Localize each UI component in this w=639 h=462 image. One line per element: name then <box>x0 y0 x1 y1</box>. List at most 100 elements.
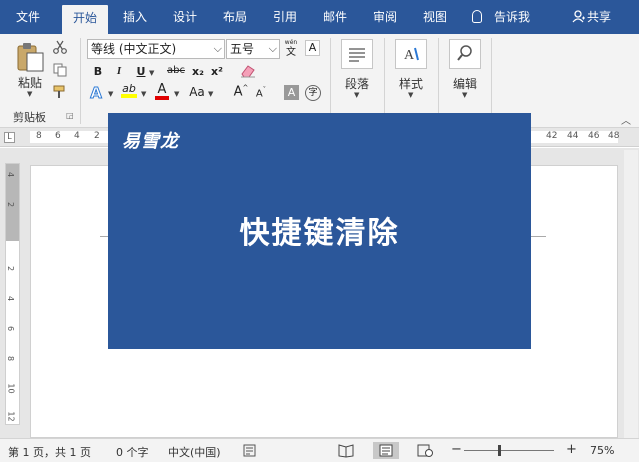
page-count[interactable]: 第 1 页，共 1 页 <box>8 444 91 460</box>
paste-icon[interactable] <box>16 42 46 72</box>
ruler-tick-label: 6 <box>55 131 61 141</box>
subscript-button[interactable]: x₂ <box>191 65 205 78</box>
strikethrough-button[interactable]: abc <box>165 65 187 76</box>
tab-layout[interactable]: 布局 <box>214 0 256 34</box>
chevron-down-icon[interactable]: ⌵ <box>214 40 222 58</box>
clear-format-box-button[interactable]: A <box>305 40 320 56</box>
share-label: 共享 <box>587 10 612 24</box>
editing-button-frame[interactable] <box>449 39 481 69</box>
editing-caret[interactable]: ▼ <box>462 91 467 99</box>
clipboard-group-label: 剪贴板 <box>13 111 46 124</box>
tab-mailings[interactable]: 邮件 <box>314 0 356 34</box>
tell-me-label: 告诉我 <box>494 10 531 24</box>
vertical-ruler: 4 2 2 4 6 8 10 12 <box>5 163 20 425</box>
eraser-icon[interactable] <box>240 64 256 78</box>
text-effects-caret[interactable]: ▼ <box>108 90 113 98</box>
page-layout-icon <box>379 444 393 457</box>
ruler-tick-label: 10 <box>6 383 16 394</box>
grow-font-button[interactable]: A^ <box>233 84 249 99</box>
tab-insert[interactable]: 插入 <box>114 0 156 34</box>
change-case-button[interactable]: Aa <box>188 85 206 99</box>
ruler-tick-label: 44 <box>567 131 579 141</box>
collapse-ribbon-icon[interactable]: ︿ <box>620 112 632 127</box>
ruler-tick-label: 6 <box>6 325 16 332</box>
text-effects-button[interactable]: A <box>89 84 103 103</box>
highlight-caret[interactable]: ▼ <box>141 90 146 98</box>
group-divider <box>80 38 81 124</box>
grow-font-glyph: A <box>233 84 243 100</box>
font-color-button[interactable]: A <box>155 83 169 100</box>
read-mode-button[interactable] <box>333 442 359 459</box>
share-button[interactable]: 共享 <box>572 0 611 34</box>
shrink-font-button[interactable]: Aˇ <box>254 86 268 99</box>
styles-button-frame[interactable]: A <box>395 39 427 69</box>
copy-icon[interactable] <box>53 63 67 77</box>
styles-caret[interactable]: ▼ <box>408 91 413 99</box>
web-layout-button[interactable] <box>412 442 438 459</box>
ruler-tick-label: 4 <box>6 295 16 302</box>
ruler-tick-label: 4 <box>6 171 16 178</box>
italic-button[interactable]: I <box>114 65 124 77</box>
group-divider <box>384 38 385 124</box>
word-count[interactable]: 0 个字 <box>116 444 149 460</box>
tab-references[interactable]: 引用 <box>264 0 306 34</box>
paragraph-caret[interactable]: ▼ <box>354 91 359 99</box>
status-bar: 第 1 页，共 1 页 0 个字 中文(中国) − + 75% <box>0 438 639 462</box>
editing-label[interactable]: 编辑 <box>448 75 482 92</box>
phonetic-glyph: 文 <box>286 47 296 58</box>
tell-me-search[interactable]: 告诉我 <box>472 0 530 34</box>
web-layout-icon <box>417 444 433 457</box>
font-size-combo[interactable]: 五号 ⌵ <box>226 39 280 59</box>
ruler-tick-label: 46 <box>588 131 600 141</box>
person-icon <box>572 10 585 23</box>
zoom-in-button[interactable]: + <box>566 442 577 457</box>
title-banner: 易雪龙 快捷键清除 <box>108 113 531 349</box>
tab-selector[interactable]: L <box>4 132 15 143</box>
zoom-out-button[interactable]: − <box>451 442 462 457</box>
book-icon <box>338 444 354 458</box>
group-divider <box>491 38 492 124</box>
ruler-tick-label: 2 <box>6 201 16 208</box>
ruler-tick-label: 2 <box>6 265 16 272</box>
language-indicator[interactable]: 中文(中国) <box>168 444 221 460</box>
paste-dropdown-caret[interactable]: ▼ <box>27 90 32 98</box>
format-painter-icon[interactable] <box>53 85 67 99</box>
superscript-button[interactable]: x² <box>210 65 224 78</box>
print-layout-button[interactable] <box>373 442 399 459</box>
brand-logo: 易雪龙 <box>122 131 179 152</box>
banner-headline: 快捷键清除 <box>239 216 400 251</box>
tab-file[interactable]: 文件 <box>6 0 50 34</box>
tab-view[interactable]: 视图 <box>414 0 456 34</box>
underline-dropdown-caret[interactable]: ▼ <box>149 69 154 77</box>
lightbulb-icon <box>472 10 482 23</box>
tab-design[interactable]: 设计 <box>164 0 206 34</box>
shrink-font-glyph: A <box>255 88 263 100</box>
highlight-button[interactable]: ab <box>121 83 137 98</box>
zoom-slider-track[interactable] <box>464 450 554 451</box>
clipboard-launcher-icon[interactable]: ◲ <box>66 111 74 120</box>
ruler-tick-label: 8 <box>36 131 42 141</box>
enclose-characters-button[interactable]: 字 <box>305 85 321 101</box>
tab-review[interactable]: 审阅 <box>364 0 406 34</box>
paste-label[interactable]: 粘贴 <box>13 74 47 91</box>
shrink-caret-icon: ˇ <box>262 86 267 94</box>
bold-button[interactable]: B <box>92 65 104 78</box>
font-color-caret[interactable]: ▼ <box>174 90 179 98</box>
zoom-level[interactable]: 75% <box>590 444 614 457</box>
change-case-caret[interactable]: ▼ <box>208 90 213 98</box>
character-shading-button[interactable]: A <box>284 85 299 100</box>
paragraph-button-frame[interactable] <box>341 39 373 69</box>
cut-icon[interactable] <box>53 40 67 54</box>
chevron-down-icon[interactable]: ⌵ <box>269 40 277 58</box>
underline-button[interactable]: U <box>135 65 147 78</box>
phonetic-guide-button[interactable]: wén 文 <box>284 38 298 58</box>
font-name-combo[interactable]: 等线 (中文正文) ⌵ <box>87 39 225 59</box>
grow-caret-icon: ^ <box>242 84 249 92</box>
macro-record-icon[interactable] <box>243 444 256 457</box>
styles-label[interactable]: 样式 <box>394 75 428 92</box>
font-size-value: 五号 <box>230 42 255 56</box>
paragraph-label[interactable]: 段落 <box>340 75 374 92</box>
zoom-slider-thumb[interactable] <box>498 445 501 456</box>
tab-home[interactable]: 开始 <box>62 5 108 34</box>
vertical-scrollbar[interactable] <box>624 150 638 438</box>
